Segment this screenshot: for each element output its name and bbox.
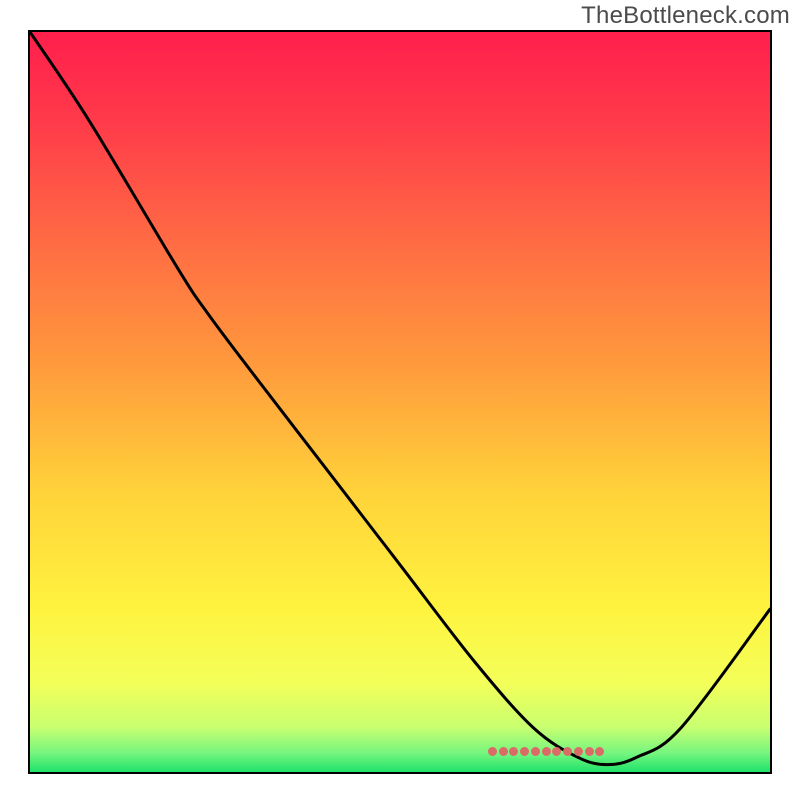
highlight-marker-dot [552, 747, 561, 756]
highlight-marker-dot [488, 747, 497, 756]
chart-line [30, 32, 770, 772]
highlight-marker-dot [542, 747, 551, 756]
plot-area [28, 30, 772, 774]
chart-frame: TheBottleneck.com [0, 0, 800, 800]
attribution-label: TheBottleneck.com [581, 2, 790, 30]
highlight-marker-dot [509, 747, 518, 756]
highlight-marker-dot [520, 747, 529, 756]
highlight-marker-dot [531, 747, 540, 756]
highlight-marker-band [493, 747, 600, 755]
highlight-marker-dot [585, 747, 594, 756]
highlight-marker-dot [563, 747, 572, 756]
highlight-marker-dot [574, 747, 583, 756]
highlight-marker-dot [499, 747, 508, 756]
